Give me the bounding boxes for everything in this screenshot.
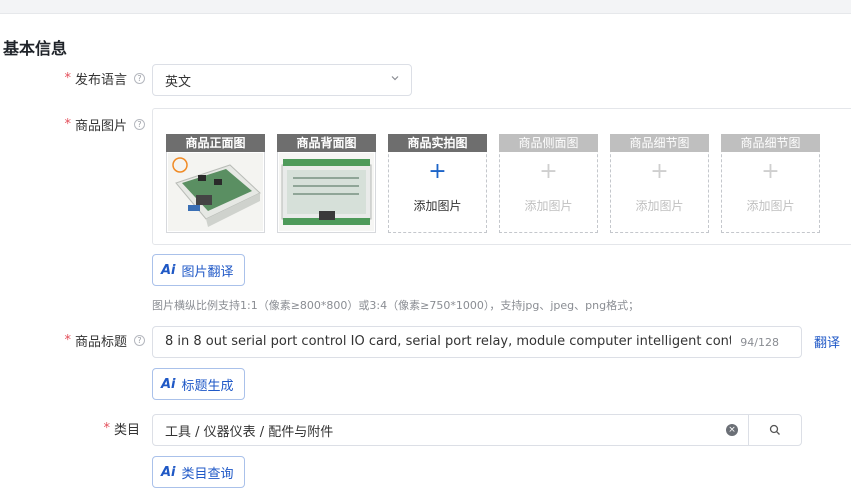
image-upload-panel: 商品正面图 商品背面图 商品实拍图 + 添加图片 商品侧面图 + 添加图片 商品… (152, 108, 851, 245)
image-format-hint: 图片横纵比例支持1:1（像素≥800*800）或3:4（像素≥750*1000）… (152, 299, 640, 312)
category-label-row: * 类目 (0, 419, 145, 439)
category-input[interactable]: 工具 / 仪器仪表 / 配件与附件 × (152, 414, 749, 446)
category-input-value: 工具 / 仪器仪表 / 配件与附件 (165, 424, 334, 440)
images-label-row: * 商品图片 ? (0, 115, 145, 135)
plus-icon: + (539, 159, 558, 184)
title-label: * 商品标题 ? (64, 331, 145, 350)
language-label: * 发布语言 ? (64, 69, 145, 88)
images-label: * 商品图片 ? (64, 115, 145, 134)
add-image-text: 添加图片 (524, 199, 573, 213)
image-slot-title: 商品侧面图 (499, 134, 598, 152)
required-mark: * (64, 71, 71, 86)
title-input[interactable]: 8 in 8 out serial port control IO card, … (152, 326, 802, 358)
image-slot-back[interactable]: 商品背面图 (277, 134, 376, 233)
category-label: * 类目 (103, 419, 140, 438)
required-mark: * (64, 117, 71, 132)
image-slot-detail-2: 商品细节图 + 添加图片 (721, 134, 820, 233)
help-icon[interactable]: ? (134, 73, 145, 84)
ai-icon: Ai (161, 464, 176, 480)
plus-icon: + (428, 159, 447, 184)
ai-icon: Ai (161, 376, 176, 392)
top-bar (0, 0, 851, 14)
plus-icon: + (650, 159, 669, 184)
add-image-text: 添加图片 (413, 199, 462, 213)
title-generate-label: 标题生成 (181, 378, 234, 394)
image-slot-front[interactable]: 商品正面图 (166, 134, 265, 233)
add-image-text: 添加图片 (746, 199, 795, 213)
product-image-back (279, 153, 374, 231)
category-label-text: 类目 (113, 423, 140, 438)
image-slot-detail-1: 商品细节图 + 添加图片 (610, 134, 709, 233)
category-query-label: 类目查询 (181, 466, 234, 482)
chevron-down-icon (391, 76, 399, 81)
title-translate-link[interactable]: 翻译 (814, 332, 840, 351)
image-slot-live[interactable]: 商品实拍图 + 添加图片 (388, 134, 487, 233)
image-slot-title: 商品细节图 (721, 134, 820, 152)
help-icon[interactable]: ? (134, 335, 145, 346)
title-label-row: * 商品标题 ? (0, 331, 145, 351)
image-slot-side: 商品侧面图 + 添加图片 (499, 134, 598, 233)
image-slot-title: 商品背面图 (277, 134, 376, 152)
plus-icon: + (761, 159, 780, 184)
required-mark: * (64, 333, 71, 348)
language-select-value: 英文 (165, 74, 192, 90)
title-label-text: 商品标题 (74, 335, 127, 350)
title-generate-button[interactable]: Ai 标题生成 (152, 368, 245, 400)
language-label-text: 发布语言 (74, 73, 127, 88)
help-icon[interactable]: ? (134, 119, 145, 130)
category-query-button[interactable]: Ai 类目查询 (152, 456, 245, 488)
section-title: 基本信息 (3, 39, 68, 58)
image-slot-title: 商品实拍图 (388, 134, 487, 152)
language-label-row: * 发布语言 ? (0, 69, 145, 89)
add-image-text: 添加图片 (635, 199, 684, 213)
title-char-count: 94/128 (740, 336, 779, 349)
image-translate-button[interactable]: Ai 图片翻译 (152, 254, 245, 286)
category-search-button[interactable] (748, 414, 802, 446)
required-mark: * (103, 421, 110, 436)
clear-icon[interactable]: × (726, 424, 738, 436)
ai-icon: Ai (161, 262, 176, 278)
title-input-value: 8 in 8 out serial port control IO card, … (165, 334, 731, 349)
product-image-front (168, 153, 263, 231)
images-label-text: 商品图片 (74, 119, 127, 134)
image-translate-label: 图片翻译 (181, 264, 234, 280)
image-slot-title: 商品细节图 (610, 134, 709, 152)
image-slot-title: 商品正面图 (166, 134, 265, 152)
search-icon (769, 424, 780, 435)
language-select[interactable]: 英文 (152, 64, 412, 96)
